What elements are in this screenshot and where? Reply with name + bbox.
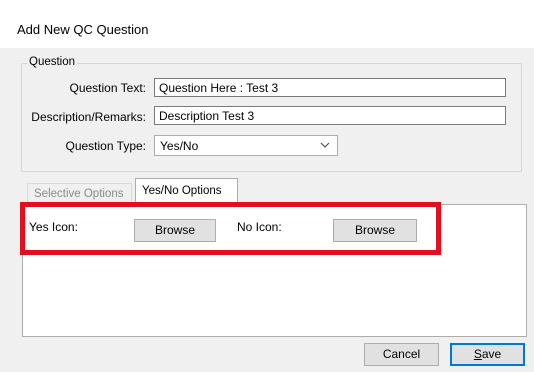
- description-label: Description/Remarks:: [31, 110, 146, 124]
- save-label-rest: ave: [481, 347, 502, 361]
- save-mnemonic: S: [473, 347, 482, 361]
- question-text-field[interactable]: Question Here : Test 3: [154, 78, 506, 97]
- question-group-legend: Question: [27, 56, 78, 68]
- description-field[interactable]: Description Test 3: [154, 106, 506, 125]
- question-type-select[interactable]: Yes/No: [154, 135, 338, 156]
- save-button[interactable]: Save: [450, 343, 525, 366]
- cancel-button[interactable]: Cancel: [364, 343, 439, 366]
- highlight-annotation: [20, 202, 441, 255]
- window-title: Add New QC Question: [17, 22, 149, 37]
- question-text-label: Question Text:: [69, 81, 147, 95]
- question-type-value: Yes/No: [160, 139, 199, 153]
- title-bar: Add New QC Question: [0, 0, 534, 48]
- chevron-down-icon: [320, 142, 330, 148]
- question-type-label: Question Type:: [65, 139, 147, 153]
- tab-yes-no-options[interactable]: Yes/No Options: [135, 178, 238, 205]
